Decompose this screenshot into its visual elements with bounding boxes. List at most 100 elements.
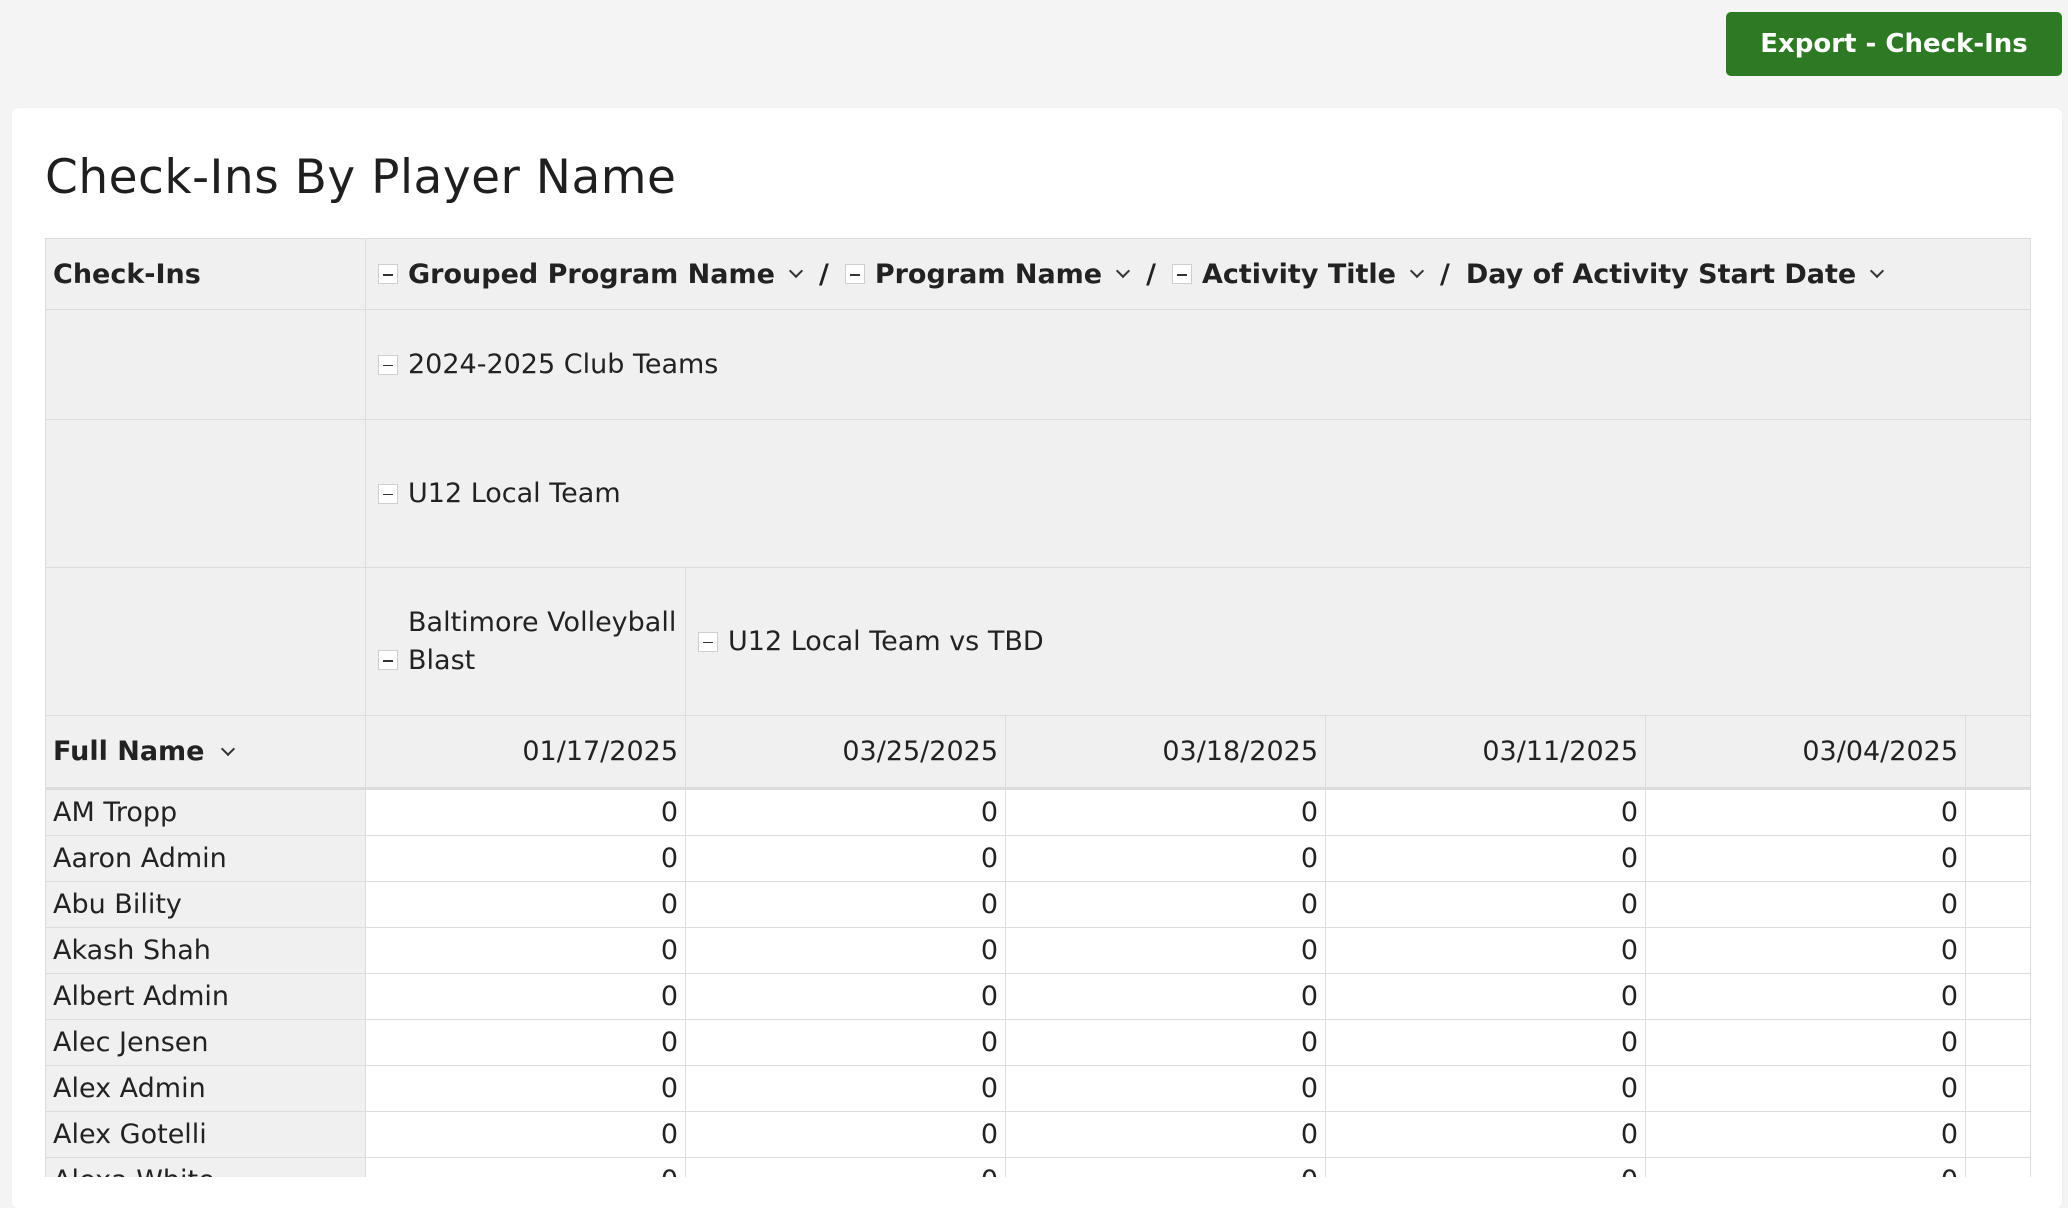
collapse-u12-local-team-icon[interactable] [378,483,398,504]
table-cell-value: 0 [1326,1066,1646,1112]
table-cell-value: 0 [1326,1112,1646,1158]
table-cell-value: 0 [366,882,686,928]
date-column-header: 03/18/2025 [1006,716,1326,790]
date-column-header: 03/25/2025 [686,716,1006,790]
row-player-name: Alex Admin [46,1066,366,1112]
table-cell-value: 0 [1326,974,1646,1020]
table-cell-value: 0 [366,1066,686,1112]
chevron-down-icon[interactable] [220,741,235,756]
table-cell-value: 0 [1006,1020,1326,1066]
row-filler [1966,882,2031,928]
row-player-name: Alex Gotelli [46,1112,366,1158]
table-cell-value: 0 [1646,836,1966,882]
collapse-club-teams-icon[interactable] [378,354,398,375]
header-filler [1966,716,2031,790]
table-cell-value: 0 [1646,1158,1966,1177]
field-separator: / [818,258,829,290]
table-cell-value: 0 [686,836,1006,882]
table-cell-value: 0 [686,1158,1006,1177]
row-field-label: Full Name [53,736,205,767]
pivot-corner-label: Check-Ins [46,239,366,310]
table-cell-value: 0 [1326,1158,1646,1177]
table-cell-value: 0 [1006,1066,1326,1112]
export-check-ins-button[interactable]: Export - Check-Ins [1726,12,2062,76]
field-grouped-program-name: Grouped Program Name [408,258,775,290]
grouped-program-label: 2024-2025 Club Teams [408,349,719,380]
collapse-activity-icon[interactable] [378,650,398,670]
row-player-name: Albert Admin [46,974,366,1020]
chevron-down-icon[interactable] [1870,263,1885,279]
activity-title-label: Baltimore Volleyball Blast [408,606,677,676]
table-cell-value: 0 [1006,928,1326,974]
row-header-blank [46,420,366,568]
table-cell-value: 0 [1326,1020,1646,1066]
table-cell-value: 0 [366,928,686,974]
date-column-header: 01/17/2025 [366,716,686,790]
table-cell-value: 0 [1006,836,1326,882]
row-player-name: AM Tropp [46,790,366,836]
row-player-name: Abu Bility [46,882,366,928]
pivot-table: Check-Ins Grouped Program Name / Program… [45,238,2031,1177]
table-cell-value: 0 [366,790,686,836]
table-cell-value: 0 [1646,1020,1966,1066]
activity-title-header: U12 Local Team vs TBD [686,568,2031,716]
table-cell-value: 0 [1646,1112,1966,1158]
field-activity-title: Activity Title [1202,258,1396,290]
row-filler [1966,790,2031,836]
row-field-full-name: Full Name [46,716,366,790]
row-filler [1966,1112,2031,1158]
table-cell-value: 0 [1006,1112,1326,1158]
table-cell-value: 0 [686,928,1006,974]
row-filler [1966,1158,2031,1177]
table-cell-value: 0 [366,1112,686,1158]
table-cell-value: 0 [1646,974,1966,1020]
table-cell-value: 0 [366,1020,686,1066]
row-player-name: Alec Jensen [46,1020,366,1066]
field-program-name: Program Name [874,258,1103,290]
table-cell-value: 0 [1326,928,1646,974]
collapse-program-icon[interactable] [844,264,865,284]
table-cell-value: 0 [366,1158,686,1177]
row-filler [1966,1020,2031,1066]
activity-title-header: Baltimore Volleyball Blast [366,568,686,716]
grouped-program-header: 2024-2025 Club Teams [366,310,2031,420]
table-cell-value: 0 [1646,1066,1966,1112]
activity-title-label: U12 Local Team vs TBD [728,626,1044,657]
row-player-name: Aaron Admin [46,836,366,882]
row-header-blank [46,310,366,420]
chevron-down-icon[interactable] [1116,263,1131,279]
table-cell-value: 0 [686,790,1006,836]
field-separator: / [1146,258,1156,290]
date-column-header: 03/04/2025 [1646,716,1966,790]
column-field-chain: Grouped Program Name / Program Name / Ac… [366,239,2031,310]
row-filler [1966,1066,2031,1112]
chevron-down-icon[interactable] [1409,263,1425,279]
table-cell-value: 0 [366,836,686,882]
table-cell-value: 0 [1646,882,1966,928]
table-cell-value: 0 [1646,928,1966,974]
table-cell-value: 0 [1326,790,1646,836]
table-cell-value: 0 [1006,882,1326,928]
program-header: U12 Local Team [366,420,2031,568]
chevron-down-icon[interactable] [788,263,804,279]
program-label: U12 Local Team [408,478,621,509]
row-filler [1966,836,2031,882]
table-cell-value: 0 [1006,974,1326,1020]
table-cell-value: 0 [1006,1158,1326,1177]
row-player-name: Alexa White [46,1158,366,1177]
table-cell-value: 0 [686,1066,1006,1112]
row-filler [1966,928,2031,974]
table-cell-value: 0 [1006,790,1326,836]
date-column-header: 03/11/2025 [1326,716,1646,790]
table-cell-value: 0 [686,1112,1006,1158]
collapse-activity-icon[interactable] [698,631,718,652]
collapse-activity-title-icon[interactable] [1172,264,1192,284]
collapse-grouped-program-icon[interactable] [378,264,398,284]
table-cell-value: 0 [1326,882,1646,928]
table-cell-value: 0 [366,974,686,1020]
table-cell-value: 0 [686,974,1006,1020]
row-filler [1966,974,2031,1020]
field-day-of-activity-start-date: Day of Activity Start Date [1465,258,1857,290]
table-cell-value: 0 [1646,790,1966,836]
row-header-blank [46,568,366,716]
